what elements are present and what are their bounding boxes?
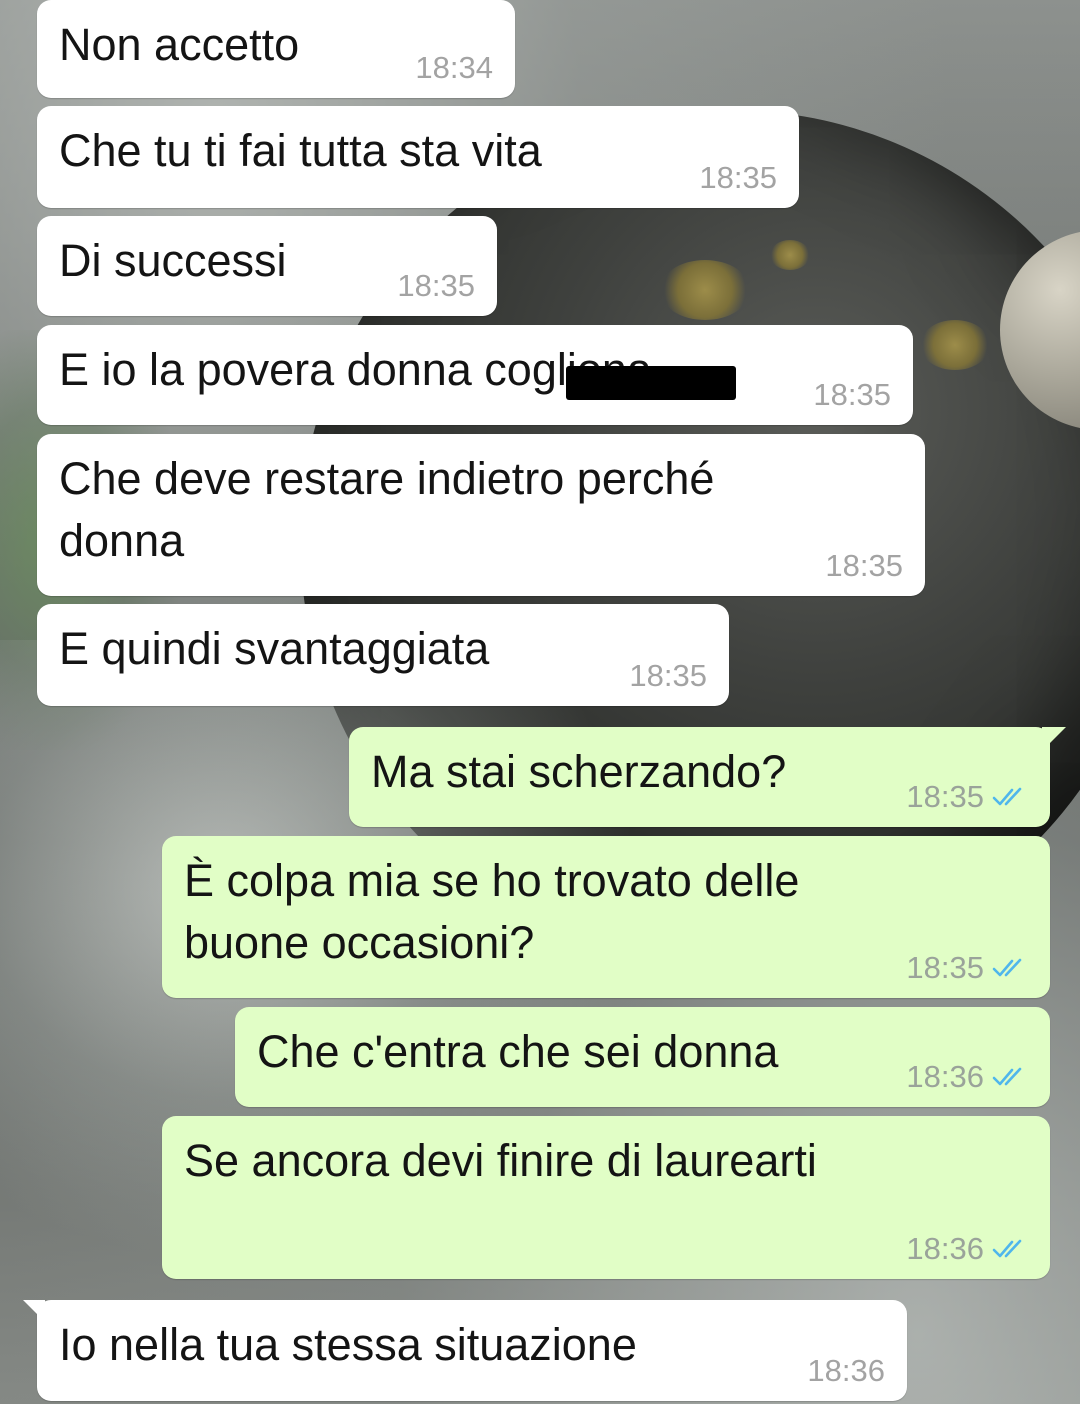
message-time: 18:35 <box>397 268 475 303</box>
message-incoming[interactable]: E io la povera donna cogliona 18:35 <box>37 325 913 425</box>
message-meta: 18:35 <box>906 950 1028 986</box>
message-meta: 18:35 <box>813 377 891 413</box>
message-time: 18:35 <box>825 548 903 583</box>
message-meta: 18:35 <box>397 268 475 304</box>
message-meta: 18:36 <box>807 1353 885 1389</box>
message-meta: 18:34 <box>415 50 493 86</box>
double-check-icon <box>992 1067 1022 1086</box>
message-outgoing[interactable]: Che c'entra che sei donna 18:36 <box>235 1007 1050 1107</box>
redaction-bar <box>566 366 736 400</box>
message-time: 18:35 <box>813 377 891 412</box>
message-incoming[interactable]: Non accetto 18:34 <box>37 0 515 98</box>
message-outgoing[interactable]: È colpa mia se ho trovato delle buone oc… <box>162 836 1050 998</box>
message-outgoing[interactable]: Ma stai scherzando? 18:35 <box>349 727 1066 827</box>
message-meta: 18:35 <box>629 658 707 694</box>
bubble-tail <box>23 1300 45 1322</box>
message-time: 18:36 <box>906 1059 984 1094</box>
message-text: E quindi svantaggiata <box>59 623 490 674</box>
message-time: 18:34 <box>415 50 493 85</box>
bubble-tail <box>1042 727 1066 751</box>
message-text: Io nella tua stessa situazione <box>59 1319 637 1370</box>
message-meta: 18:35 <box>699 160 777 196</box>
message-text: E io la povera donna cogliona <box>59 344 652 395</box>
double-check-icon <box>992 1239 1022 1258</box>
message-incoming[interactable]: Di successi 18:35 <box>37 216 497 316</box>
message-time: 18:36 <box>807 1353 885 1388</box>
message-outgoing[interactable]: Se ancora devi finire di laurearti 18:36 <box>162 1116 1050 1279</box>
message-text: Che deve restare indietro perché donna <box>59 453 715 566</box>
double-check-icon <box>992 787 1022 806</box>
message-time: 18:35 <box>906 779 984 814</box>
message-meta: 18:35 <box>906 779 1028 815</box>
message-meta: 18:35 <box>825 548 903 584</box>
message-meta: 18:36 <box>906 1231 1028 1267</box>
message-incoming[interactable]: Che tu ti fai tutta sta vita 18:35 <box>37 106 799 208</box>
message-text: Se ancora devi finire di laurearti <box>184 1135 817 1186</box>
message-incoming[interactable]: Io nella tua stessa situazione 18:36 <box>23 1300 907 1401</box>
message-text: È colpa mia se ho trovato delle buone oc… <box>184 855 800 968</box>
message-time: 18:36 <box>906 1231 984 1266</box>
message-time: 18:35 <box>699 160 777 195</box>
message-incoming[interactable]: Che deve restare indietro perché donna 1… <box>37 434 925 596</box>
message-time: 18:35 <box>906 950 984 985</box>
message-meta: 18:36 <box>906 1059 1028 1095</box>
message-incoming[interactable]: E quindi svantaggiata 18:35 <box>37 604 729 706</box>
double-check-icon <box>992 958 1022 977</box>
message-time: 18:35 <box>629 658 707 693</box>
message-list[interactable]: Non accetto 18:34 Che tu ti fai tutta st… <box>0 0 1080 1404</box>
message-text: Che tu ti fai tutta sta vita <box>59 125 542 176</box>
